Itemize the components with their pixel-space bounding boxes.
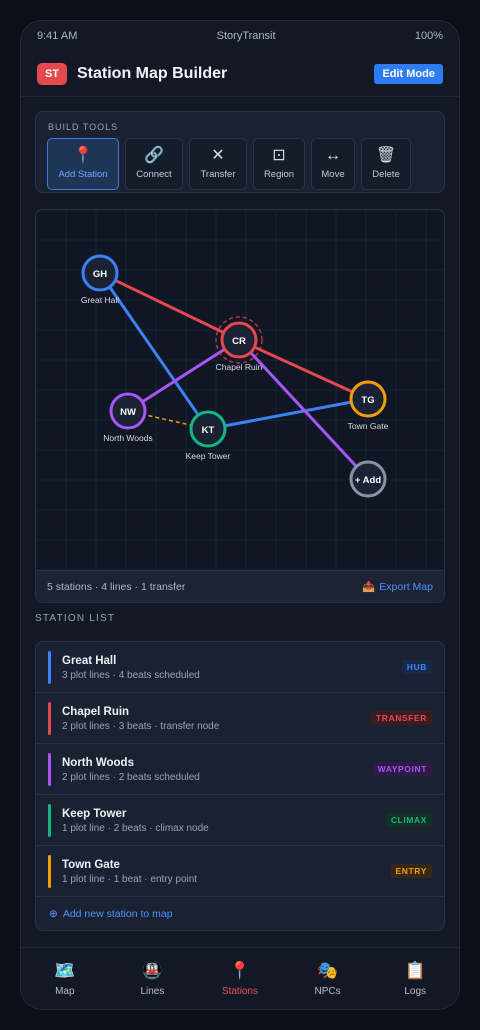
plot-line-segment bbox=[237, 338, 370, 481]
tools-row: 📍 Add Station 🔗 Connect ✕ Transfer ⊡ Region ↔ Mov… bbox=[47, 138, 411, 190]
station-name: Town Gate bbox=[62, 859, 120, 871]
trash-icon: 🗑 bbox=[375, 147, 397, 164]
page-title: Station Map Builder bbox=[77, 64, 228, 82]
nav-stations[interactable]: 📍 Stations bbox=[196, 948, 284, 1009]
station-label: Chapel Ruin bbox=[216, 362, 263, 372]
station-label: Keep Tower bbox=[186, 451, 231, 461]
station-row[interactable]: North Woods 2 plot lines · 2 beats schedu… bbox=[36, 744, 444, 795]
tool-label: Connect bbox=[136, 169, 172, 180]
station-tag: WAYPOINT bbox=[372, 762, 432, 776]
status-app-name: StoryTransit bbox=[216, 30, 276, 42]
map-footer: 5 stations · 4 lines · 1 transfer 📤 Expo… bbox=[36, 570, 444, 602]
app-frame: 9:41 AM StoryTransit 100% ST Station Map… bbox=[20, 20, 460, 1010]
station-color-bar bbox=[48, 651, 51, 684]
station-row[interactable]: Great Hall 3 plot lines · 4 beats schedul… bbox=[36, 642, 444, 693]
transfer-icon: ✕ bbox=[211, 147, 225, 164]
map-icon: 🗺️ bbox=[54, 961, 76, 980]
station-color-bar bbox=[48, 804, 51, 837]
plot-line-segment bbox=[127, 338, 240, 413]
station-list-title: STATION LIST bbox=[35, 613, 116, 624]
clipboard-icon: 📋 bbox=[404, 961, 426, 980]
masks-icon: 🎭 bbox=[316, 961, 339, 980]
station-color-bar bbox=[48, 753, 51, 786]
nav-npcs[interactable]: 🎭 NPCs bbox=[284, 948, 372, 1009]
add-station-link[interactable]: ⊕ Add new station to map bbox=[49, 908, 173, 920]
station-code: NW bbox=[120, 407, 136, 418]
nav-label: Logs bbox=[404, 986, 427, 997]
export-map-label: Export Map bbox=[379, 580, 433, 593]
build-tools-label: BUILD TOOLS bbox=[48, 122, 119, 132]
export-map-button[interactable]: 📤 Export Map bbox=[362, 580, 433, 594]
app-badge: ST bbox=[37, 62, 67, 85]
station-name: Great Hall bbox=[62, 655, 117, 667]
station-map[interactable]: GH Great Hall CR Chapel Ruin NW North Woods KT… bbox=[35, 209, 445, 603]
export-icon: 📤 bbox=[362, 581, 376, 593]
nav-label: Lines bbox=[140, 986, 165, 997]
station-details: 3 plot lines · 4 beats scheduled bbox=[62, 670, 200, 681]
train-icon: 🚇 bbox=[141, 961, 163, 980]
tool-label: Transfer bbox=[200, 169, 236, 180]
map-canvas[interactable]: GH Great Hall CR Chapel Ruin NW North Woods KT… bbox=[36, 210, 445, 572]
tool-label: Move bbox=[321, 169, 345, 180]
pin-icon: 📍 bbox=[73, 147, 93, 164]
move-icon: ↔ bbox=[325, 147, 341, 164]
station-list: Great Hall 3 plot lines · 4 beats schedul… bbox=[35, 641, 445, 931]
station-code: CR bbox=[232, 336, 246, 347]
region-icon: ⊡ bbox=[272, 147, 286, 164]
station-color-bar bbox=[48, 702, 51, 735]
tool-region[interactable]: ⊡ Region bbox=[253, 138, 305, 190]
station-code: TG bbox=[361, 395, 374, 406]
station-details: 2 plot lines · 2 beats scheduled bbox=[62, 772, 200, 783]
station-label: Great Hall bbox=[81, 295, 119, 305]
tool-delete[interactable]: 🗑 Delete bbox=[361, 138, 411, 190]
tool-add-station[interactable]: 📍 Add Station bbox=[47, 138, 119, 190]
station-tag: CLIMAX bbox=[385, 813, 432, 827]
station-details: 1 plot line · 1 beat · entry point bbox=[62, 874, 198, 885]
edit-mode-button[interactable]: Edit Mode bbox=[374, 63, 443, 84]
tool-label: Delete bbox=[372, 169, 400, 180]
plot-line-segment bbox=[207, 397, 369, 431]
status-battery: 100% bbox=[414, 30, 443, 42]
station-name: Chapel Ruin bbox=[62, 706, 130, 718]
status-time: 9:41 AM bbox=[37, 30, 78, 42]
pin-icon: 📍 bbox=[229, 961, 251, 980]
station-name: North Woods bbox=[62, 757, 134, 769]
station-tag: TRANSFER bbox=[370, 711, 432, 725]
tool-connect[interactable]: 🔗 Connect bbox=[125, 138, 183, 190]
nav-label: NPCs bbox=[314, 986, 341, 997]
tool-label: Region bbox=[263, 169, 295, 180]
station-name: Keep Tower bbox=[62, 808, 127, 820]
station-row[interactable]: Keep Tower 1 plot line · 2 beats · climax… bbox=[36, 795, 444, 846]
station-details: 1 plot line · 2 beats · climax node bbox=[62, 823, 209, 834]
add-circle-icon: ⊕ bbox=[49, 908, 58, 920]
station-code: KT bbox=[202, 425, 215, 436]
station-code: GH bbox=[93, 269, 107, 280]
station-tag: HUB bbox=[401, 660, 432, 674]
status-bar: 9:41 AM StoryTransit 100% bbox=[21, 21, 459, 51]
link-icon: 🔗 bbox=[144, 147, 164, 164]
station-row[interactable]: Town Gate 1 plot line · 1 beat · entry po… bbox=[36, 846, 444, 897]
build-tools-panel: BUILD TOOLS 📍 Add Station 🔗 Connect ✕ Transfe… bbox=[35, 111, 445, 193]
station-label: North Woods bbox=[103, 433, 152, 443]
nav-lines[interactable]: 🚇 Lines bbox=[109, 948, 197, 1009]
station-color-bar bbox=[48, 855, 51, 888]
bottom-nav: 🗺️ Map 🚇 Lines 📍 Stations 🎭 NPCs 📋 Logs bbox=[21, 947, 459, 1009]
tool-move[interactable]: ↔ Move bbox=[311, 138, 355, 190]
nav-label: Map bbox=[55, 986, 75, 997]
nav-label: Stations bbox=[221, 986, 259, 997]
tool-label: Add Station bbox=[58, 169, 108, 180]
station-label: Town Gate bbox=[348, 421, 389, 431]
station-tag: ENTRY bbox=[390, 864, 432, 878]
map-summary: 5 stations · 4 lines · 1 transfer bbox=[47, 580, 186, 593]
nav-map[interactable]: 🗺️ Map bbox=[21, 948, 109, 1009]
station-details: 2 plot lines · 3 beats · transfer node bbox=[62, 721, 220, 732]
header: ST Station Map Builder Edit Mode bbox=[21, 51, 459, 97]
add-station-label: Add new station to map bbox=[62, 908, 173, 920]
tool-transfer[interactable]: ✕ Transfer bbox=[189, 138, 247, 190]
add-station-node-label: + Add bbox=[355, 475, 381, 486]
station-row[interactable]: Chapel Ruin 2 plot lines · 3 beats · tran… bbox=[36, 693, 444, 744]
nav-logs[interactable]: 📋 Logs bbox=[371, 948, 459, 1009]
